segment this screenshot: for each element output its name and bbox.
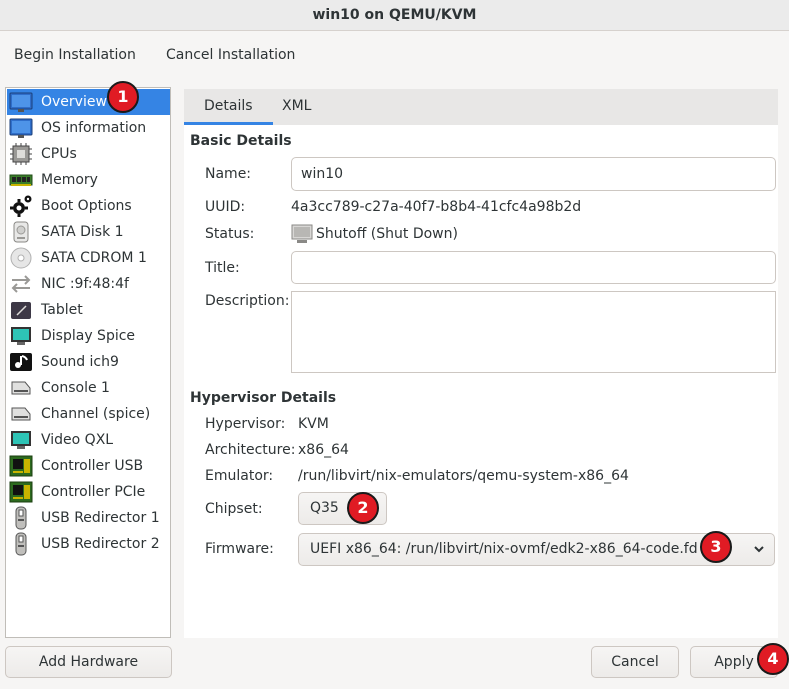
- gear-icon: [9, 194, 33, 218]
- hardware-list: Overview OS information CPUs Memory Boot…: [5, 87, 171, 638]
- status-monitor-icon: [291, 224, 313, 244]
- basic-details-heading: Basic Details: [190, 133, 292, 149]
- description-label: Description:: [205, 293, 290, 309]
- begin-installation-button[interactable]: Begin Installation: [14, 47, 136, 63]
- annotation-badge-4: 4: [757, 643, 789, 675]
- hw-item-boot-options[interactable]: Boot Options: [7, 193, 170, 219]
- status-label: Status:: [205, 226, 255, 242]
- hw-item-tablet[interactable]: Tablet: [7, 297, 170, 323]
- architecture-value: x86_64: [298, 442, 349, 458]
- hw-item-channel-spice[interactable]: Channel (spice): [7, 401, 170, 427]
- hw-item-display-spice[interactable]: Display Spice: [7, 323, 170, 349]
- tab-active-indicator: [184, 122, 273, 125]
- memory-icon: [9, 168, 33, 192]
- chipset-label: Chipset:: [205, 501, 263, 517]
- serial-icon: [9, 402, 33, 426]
- hw-item-os-information[interactable]: OS information: [7, 115, 170, 141]
- firmware-label: Firmware:: [205, 541, 274, 557]
- display-icon: [9, 428, 33, 452]
- hw-item-video-qxl[interactable]: Video QXL: [7, 427, 170, 453]
- title-label: Title:: [205, 260, 240, 276]
- cpu-icon: [9, 142, 33, 166]
- tab-bar: Details XML: [184, 89, 778, 125]
- firmware-select-value: UEFI x86_64: /run/libvirt/nix-ovmf/edk2-…: [310, 541, 698, 557]
- hw-item-controller-usb[interactable]: Controller USB: [7, 453, 170, 479]
- hypervisor-details-heading: Hypervisor Details: [190, 390, 337, 406]
- sound-icon: [9, 350, 33, 374]
- details-panel: Details XML Basic Details Name: UUID: 4a…: [184, 89, 778, 638]
- monitor-icon: [9, 90, 33, 114]
- hw-item-nic[interactable]: NIC :9f:48:4f: [7, 271, 170, 297]
- name-field[interactable]: [291, 157, 776, 191]
- hw-item-overview[interactable]: Overview: [7, 89, 170, 115]
- chevron-down-icon: [752, 534, 766, 565]
- hw-item-usb-redirector-2[interactable]: USB Redirector 2: [7, 531, 170, 557]
- hw-item-sata-cdrom-1[interactable]: SATA CDROM 1: [7, 245, 170, 271]
- hw-item-usb-redirector-1[interactable]: USB Redirector 1: [7, 505, 170, 531]
- serial-icon: [9, 376, 33, 400]
- hw-item-sata-disk-1[interactable]: SATA Disk 1: [7, 219, 170, 245]
- hw-item-memory[interactable]: Memory: [7, 167, 170, 193]
- annotation-badge-1: 1: [107, 81, 139, 113]
- tablet-icon: [9, 298, 33, 322]
- tab-details[interactable]: Details: [184, 89, 273, 125]
- hw-item-controller-pcie[interactable]: Controller PCIe: [7, 479, 170, 505]
- architecture-label: Architecture:: [205, 442, 296, 458]
- disk-icon: [9, 220, 33, 244]
- menubar: Begin Installation Cancel Installation: [0, 31, 789, 79]
- hw-item-cpus[interactable]: CPUs: [7, 141, 170, 167]
- name-label: Name:: [205, 166, 252, 182]
- hw-item-sound-ich9[interactable]: Sound ich9: [7, 349, 170, 375]
- window-title: win10 on QEMU/KVM: [0, 0, 789, 31]
- controller-icon: [9, 480, 33, 504]
- cdrom-icon: [9, 246, 33, 270]
- cancel-button[interactable]: Cancel: [591, 646, 679, 678]
- title-field[interactable]: [291, 251, 776, 284]
- tab-xml[interactable]: XML: [262, 89, 331, 125]
- uuid-value: 4a3cc789-c27a-40f7-b8b4-41cfc4a98b2d: [291, 199, 582, 215]
- usb-icon: [9, 506, 33, 530]
- hw-item-console-1[interactable]: Console 1: [7, 375, 170, 401]
- hypervisor-label: Hypervisor:: [205, 416, 286, 432]
- emulator-value: /run/libvirt/nix-emulators/qemu-system-x…: [298, 468, 629, 484]
- usb-icon: [9, 532, 33, 556]
- monitor-icon: [9, 116, 33, 140]
- controller-icon: [9, 454, 33, 478]
- uuid-label: UUID:: [205, 199, 246, 215]
- cancel-installation-button[interactable]: Cancel Installation: [166, 47, 295, 63]
- display-icon: [9, 324, 33, 348]
- network-arrows-icon: [9, 272, 33, 296]
- annotation-badge-2: 2: [347, 492, 379, 524]
- description-textarea[interactable]: [291, 291, 776, 373]
- add-hardware-button[interactable]: Add Hardware: [5, 646, 172, 678]
- annotation-badge-3: 3: [700, 531, 732, 563]
- emulator-label: Emulator:: [205, 468, 274, 484]
- status-value: Shutoff (Shut Down): [316, 226, 458, 242]
- hypervisor-value: KVM: [298, 416, 329, 432]
